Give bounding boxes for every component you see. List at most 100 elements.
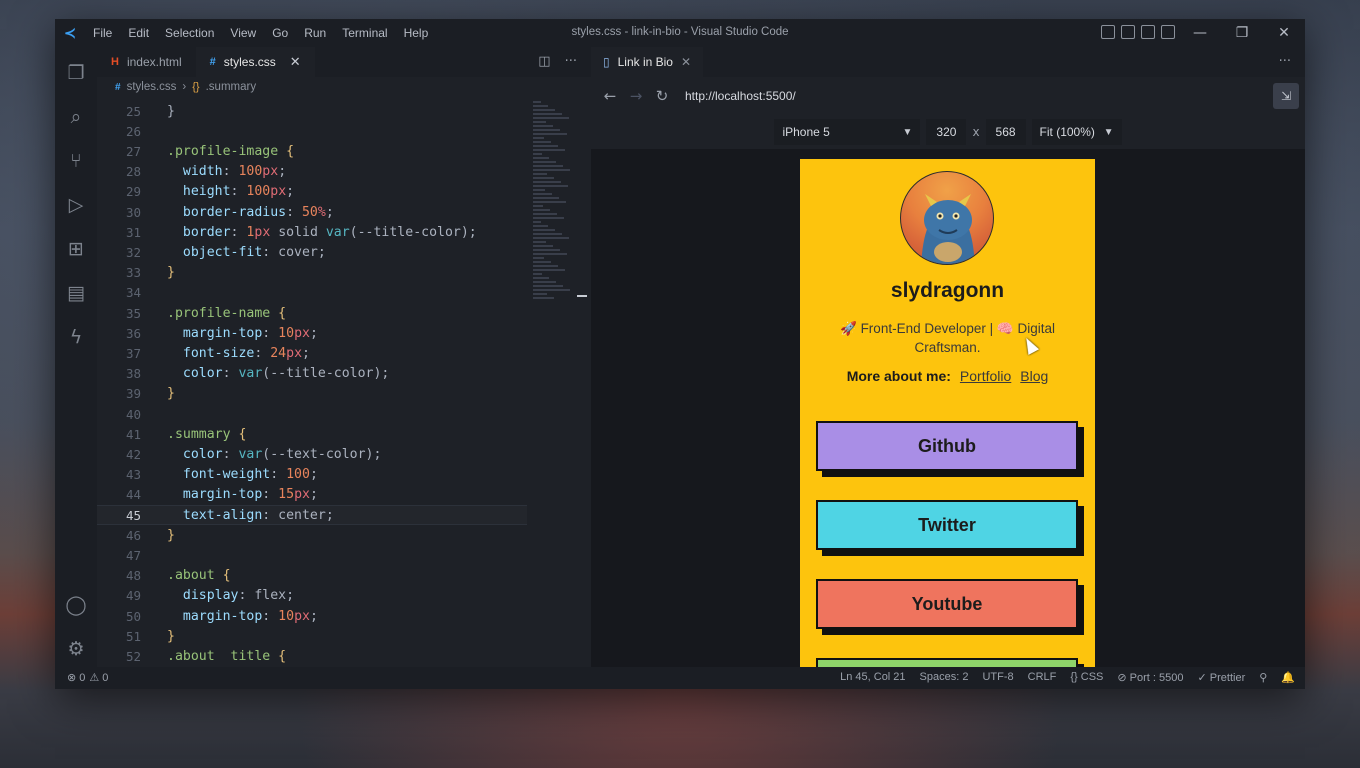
menu-terminal[interactable]: Terminal: [334, 26, 395, 40]
extensions-icon[interactable]: ⊞: [64, 237, 88, 261]
menu-bar: File Edit Selection View Go Run Terminal…: [85, 19, 436, 47]
menu-run[interactable]: Run: [296, 26, 334, 40]
code-editor[interactable]: 25} 26 27 .profile-image {28 width: 100px; 2…: [97, 99, 591, 667]
chevron-down-icon: ▼: [1103, 126, 1114, 138]
width-input[interactable]: 320: [926, 119, 967, 145]
menu-go[interactable]: Go: [264, 26, 296, 40]
device-select[interactable]: iPhone 5 ▼: [774, 119, 921, 145]
code-line[interactable]: 29 height: 100px;: [97, 182, 527, 202]
minimap-line: [533, 197, 559, 199]
code-line[interactable]: 49 display: flex;: [97, 586, 527, 606]
code-line[interactable]: 43 font-weight: 100;: [97, 465, 527, 485]
code-line[interactable]: 25}: [97, 101, 527, 121]
code-line[interactable]: 27 .profile-image {: [97, 141, 527, 161]
code-text: margin-top: 10px;: [167, 608, 318, 624]
minimap-line: [533, 257, 544, 259]
tab-index-html[interactable]: H index.html: [97, 47, 196, 77]
minimap[interactable]: [533, 99, 577, 319]
tab-styles-css[interactable]: # styles.css ✕: [195, 47, 315, 77]
portfolio-link[interactable]: Portfolio: [960, 368, 1011, 384]
encoding[interactable]: UTF-8: [982, 671, 1013, 684]
close-window-button[interactable]: ✕: [1263, 19, 1305, 47]
code-line[interactable]: 30 border-radius: 50%;: [97, 202, 527, 222]
menu-edit[interactable]: Edit: [120, 26, 157, 40]
menu-help[interactable]: Help: [396, 26, 437, 40]
minimap-line: [533, 177, 554, 179]
code-line[interactable]: 42 color: var(--text-color);: [97, 444, 527, 464]
code-line[interactable]: 52 .about title {: [97, 646, 527, 666]
blog-link[interactable]: Blog: [1020, 368, 1048, 384]
line-number: 52: [125, 648, 141, 664]
code-line[interactable]: 37 font-size: 24px;: [97, 343, 527, 363]
close-icon[interactable]: ✕: [681, 55, 691, 69]
notebook-icon[interactable]: ▤: [64, 281, 88, 305]
minimize-button[interactable]: —: [1179, 19, 1221, 47]
forward-button[interactable]: →: [623, 87, 649, 105]
toggle-secondary-sidebar-icon[interactable]: [1141, 25, 1155, 39]
url-field[interactable]: http://localhost:5500/: [685, 89, 796, 103]
search-icon[interactable]: ⌕: [64, 105, 88, 129]
menu-view[interactable]: View: [222, 26, 264, 40]
code-line[interactable]: 45 text-align: center;: [97, 505, 527, 526]
more-actions-icon[interactable]: ···: [1279, 54, 1291, 69]
notifications-bell-icon[interactable]: 🔔: [1281, 671, 1295, 684]
code-line[interactable]: 39}: [97, 384, 527, 404]
settings-gear-icon[interactable]: ⚙: [64, 637, 88, 661]
files-icon[interactable]: ❐: [64, 61, 88, 85]
account-icon[interactable]: ◯: [64, 593, 88, 617]
cursor-position[interactable]: Ln 45, Col 21: [840, 671, 905, 684]
line-endings[interactable]: CRLF: [1028, 671, 1057, 684]
dimension-separator: x: [972, 125, 980, 139]
run-debug-icon[interactable]: ▷: [64, 193, 88, 217]
breadcrumb-file[interactable]: styles.css: [127, 81, 177, 93]
code-line[interactable]: 40: [97, 404, 527, 424]
source-control-icon[interactable]: ⑂: [64, 149, 88, 173]
restore-button[interactable]: ❐: [1221, 19, 1263, 47]
twitter-button[interactable]: Twitter: [816, 500, 1078, 550]
code-line[interactable]: 50 margin-top: 10px;: [97, 606, 527, 626]
code-line[interactable]: 38 color: var(--title-color);: [97, 364, 527, 384]
inspect-icon[interactable]: ⇲: [1273, 83, 1299, 109]
menu-file[interactable]: File: [85, 26, 120, 40]
height-input[interactable]: 568: [985, 119, 1026, 145]
code-line[interactable]: 46}: [97, 525, 527, 545]
youtube-button[interactable]: Youtube: [816, 579, 1078, 629]
code-line[interactable]: 36 margin-top: 10px;: [97, 323, 527, 343]
code-line[interactable]: 35 .profile-name {: [97, 303, 527, 323]
lightning-icon[interactable]: ϟ: [64, 325, 88, 349]
code-line[interactable]: 44 margin-top: 15px;: [97, 485, 527, 505]
toggle-panel-icon[interactable]: [1121, 25, 1135, 39]
more-actions-icon[interactable]: ···: [565, 54, 577, 69]
code-line[interactable]: 32 object-fit: cover;: [97, 242, 527, 262]
code-line[interactable]: 51}: [97, 626, 527, 646]
problems-indicator[interactable]: ⊗ 0 ⚠ 0: [67, 671, 108, 684]
code-text: .profile-image {: [167, 143, 295, 159]
prettier-status[interactable]: ✓ Prettier: [1198, 671, 1246, 684]
minimap-line: [533, 285, 563, 287]
fourth-link-button[interactable]: [816, 658, 1078, 667]
code-line[interactable]: 26: [97, 121, 527, 141]
code-line[interactable]: 31 border: 1px solid var(--title-color);: [97, 222, 527, 242]
zoom-select[interactable]: Fit (100%) ▼: [1031, 119, 1122, 145]
breadcrumb-symbol[interactable]: .summary: [206, 81, 256, 93]
language-mode[interactable]: {} CSS: [1070, 671, 1103, 684]
code-line[interactable]: 33}: [97, 263, 527, 283]
scrollbar-marker[interactable]: [577, 295, 587, 297]
feedback-icon[interactable]: ⚲: [1259, 671, 1267, 684]
menu-selection[interactable]: Selection: [157, 26, 222, 40]
customize-layout-icon[interactable]: [1161, 25, 1175, 39]
toggle-sidebar-icon[interactable]: [1101, 25, 1115, 39]
code-line[interactable]: 28 width: 100px;: [97, 162, 527, 182]
back-button[interactable]: ←: [597, 87, 623, 105]
split-editor-icon[interactable]: ◫: [538, 54, 550, 69]
indentation[interactable]: Spaces: 2: [920, 671, 969, 684]
code-line[interactable]: 41 .summary {: [97, 424, 527, 444]
tab-link-in-bio[interactable]: ▯ Link in Bio ✕: [591, 47, 704, 77]
live-server-port[interactable]: ⊘ Port : 5500: [1117, 671, 1183, 684]
code-line[interactable]: 34: [97, 283, 527, 303]
github-button[interactable]: Github: [816, 421, 1078, 471]
code-line[interactable]: 48 .about {: [97, 566, 527, 586]
reload-button[interactable]: ↻: [649, 87, 675, 105]
close-icon[interactable]: ✕: [290, 54, 301, 70]
code-line[interactable]: 47: [97, 545, 527, 565]
